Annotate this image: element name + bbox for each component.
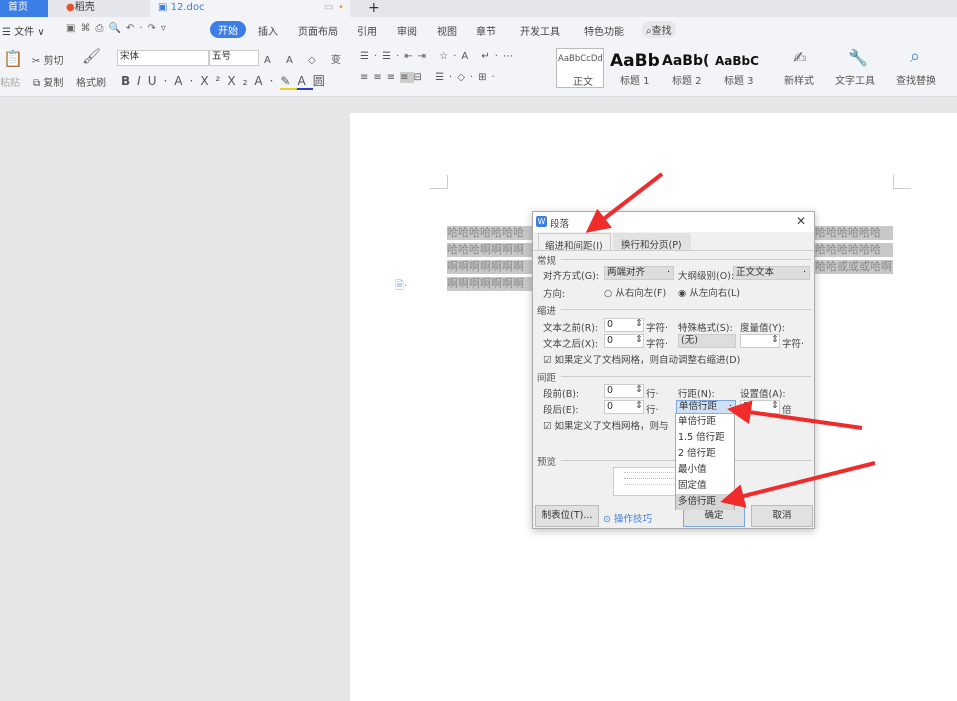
arrow-to-tab [585, 172, 664, 233]
arrow-to-multiple-option [720, 461, 876, 508]
arrow-to-line-spacing [727, 400, 863, 430]
annotation-arrows [585, 172, 876, 508]
